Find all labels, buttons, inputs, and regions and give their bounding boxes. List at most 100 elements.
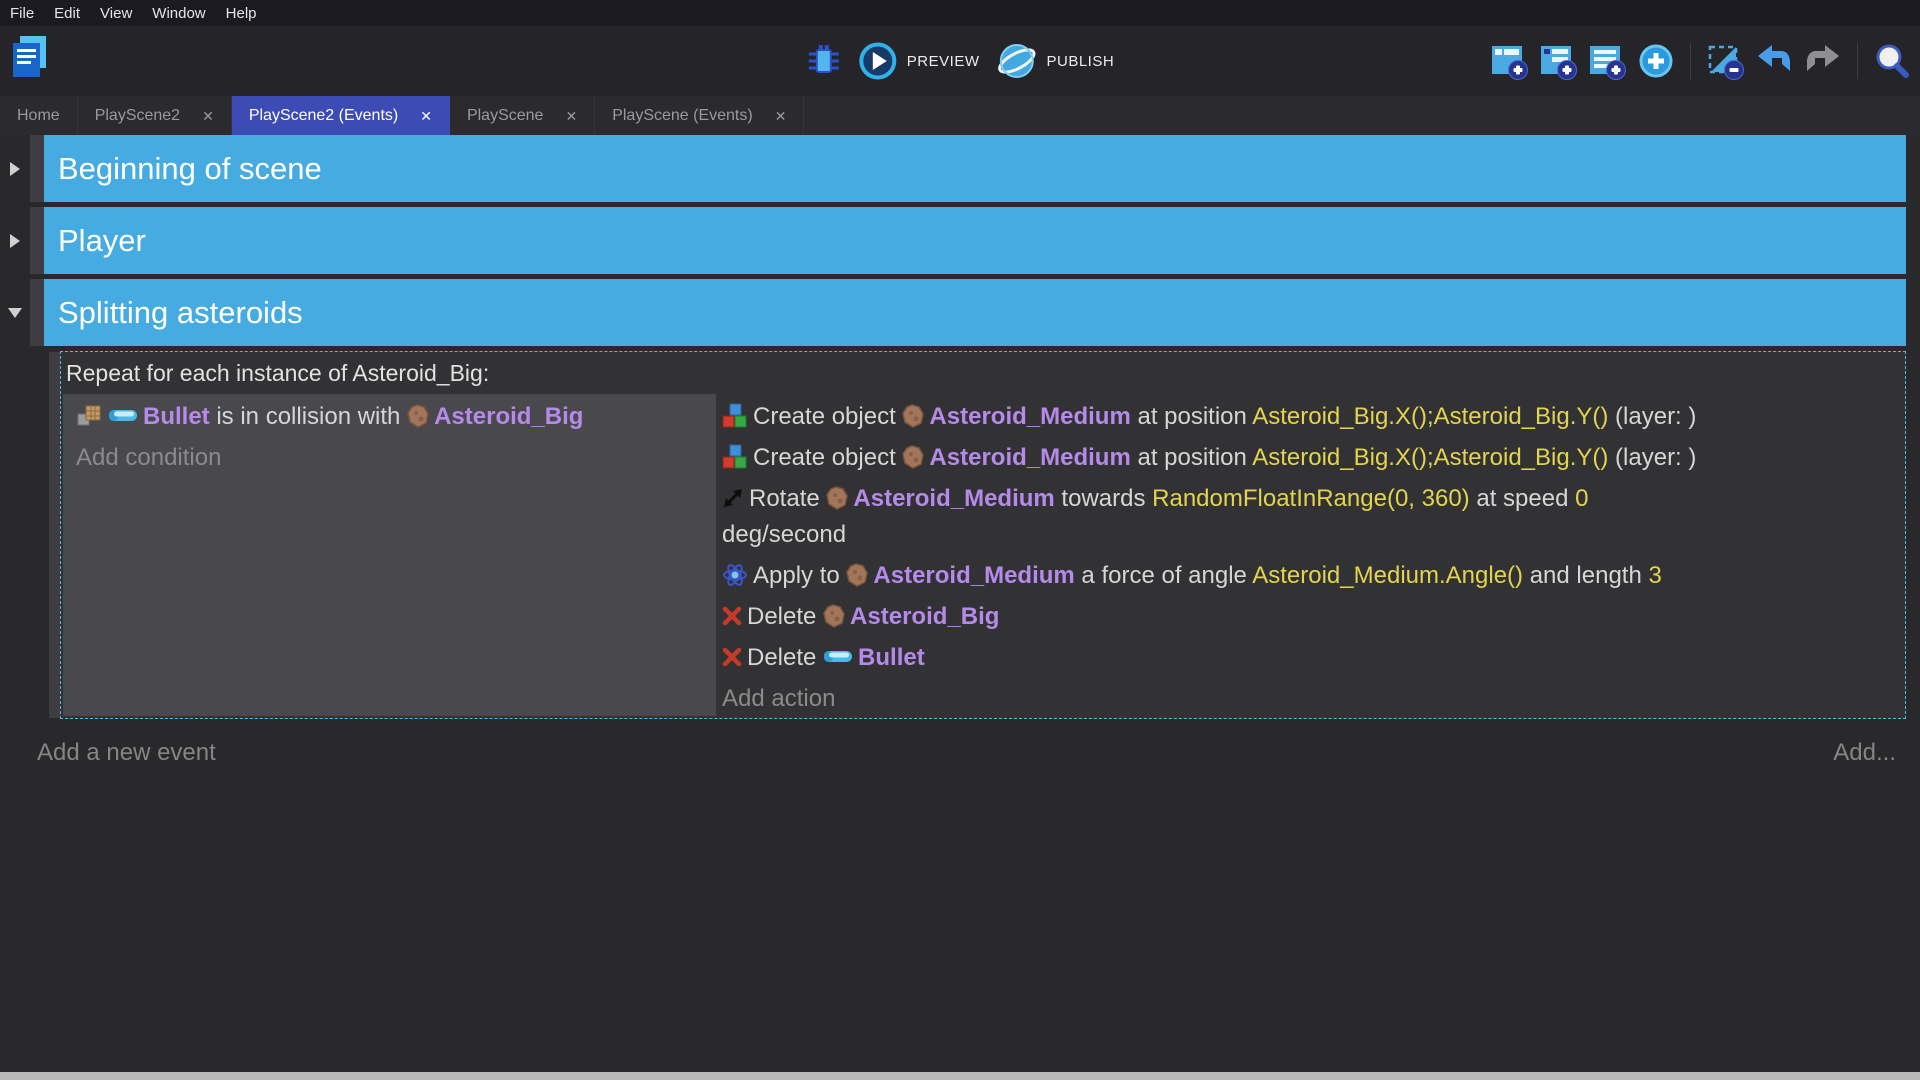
add-more-link[interactable]: Add... [1833,739,1896,767]
action-row[interactable]: Rotate Asteroid_Medium towards RandomFlo… [722,481,1897,553]
event-group-splitting-asteroids[interactable]: Splitting asteroids [0,279,1920,346]
add-action-button[interactable]: Add action [722,681,1897,716]
rotate-icon [722,487,744,509]
asteroid-icon [407,404,429,428]
asteroid-icon [823,604,845,628]
close-tab-icon[interactable]: ✕ [420,109,432,123]
collision-icon [76,404,103,428]
preview-icon [858,41,898,81]
menu-item-window[interactable]: Window [142,0,215,26]
publish-label: PUBLISH [1046,53,1114,70]
text-segment: Asteroid_Big [850,603,999,630]
choose-event-icon[interactable] [1636,41,1676,81]
debugger-icon[interactable] [806,41,842,81]
tab-playscene[interactable]: PlayScene ✕ [450,96,595,135]
preview-label: PREVIEW [907,53,980,70]
tab-label: PlayScene2 (Events) [249,107,398,125]
text-segment: Asteroid_Medium [873,562,1074,589]
remove-selection-icon[interactable] [1705,41,1745,81]
group-title-bar[interactable]: Player [44,207,1906,274]
undo-icon[interactable] [1754,41,1794,81]
action-row[interactable]: Create object Asteroid_Medium at positio… [722,399,1897,435]
collapse-arrow-icon[interactable] [8,308,22,318]
add-new-event-icon[interactable] [1489,41,1529,81]
close-tab-icon[interactable]: ✕ [202,109,214,123]
tab-playscene-events[interactable]: PlayScene (Events)✕ [595,96,804,135]
asteroid-icon [902,445,924,469]
action-row[interactable]: Create object Asteroid_Medium at positio… [722,440,1897,476]
asteroid-icon [902,404,924,428]
text-segment: Apply to [753,562,846,589]
tab-label: PlayScene [467,107,544,125]
close-tab-icon[interactable]: ✕ [775,109,787,123]
force-icon [722,562,748,588]
action-row[interactable]: Delete Asteroid_Big [722,599,1897,635]
text-segment: Asteroid_Medium [929,444,1130,471]
add-new-event-link[interactable]: Add a new event [37,739,216,767]
menu-item-file[interactable]: File [0,0,44,26]
repeat-event[interactable]: Repeat for each instance of Asteroid_Big… [60,351,1906,719]
repeat-header[interactable]: Repeat for each instance of Asteroid_Big… [61,352,1905,387]
text-segment: and length [1523,562,1648,589]
add-comment-icon[interactable] [1587,41,1627,81]
group-arrow-cell [0,279,30,346]
preview-button[interactable]: PREVIEW [858,41,980,81]
create-icon [722,403,748,429]
text-segment: deg/second [722,521,846,548]
text-segment: a force of angle [1075,562,1252,589]
tab-label: PlayScene2 [95,107,180,125]
menu-item-help[interactable]: Help [216,0,267,26]
redo-icon[interactable] [1803,41,1843,81]
toolbar-right [1489,26,1912,96]
publish-button[interactable]: PUBLISH [995,41,1114,81]
group-title-bar[interactable]: Beginning of scene [44,135,1906,202]
add-condition-button[interactable]: Add condition [76,440,716,476]
text-segment: is in collision with [210,403,407,430]
group-drag-gutter [30,279,44,346]
close-tab-icon[interactable]: ✕ [565,109,577,123]
group-title-bar[interactable]: Splitting asteroids [44,279,1906,346]
delete-icon [722,606,742,626]
text-segment: Rotate [749,485,826,512]
asteroid-icon [826,486,848,510]
group-arrow-cell [0,135,30,202]
menu-bar: FileEditViewWindowHelp [0,0,1920,26]
group-title: Player [58,223,146,259]
action-row[interactable]: Delete Bullet [722,640,1897,676]
search-icon[interactable] [1872,41,1912,81]
expand-arrow-icon[interactable] [10,234,20,248]
condition-row[interactable]: Bullet is in collision with Asteroid_Big [76,399,716,435]
action-row[interactable]: Apply to Asteroid_Medium a force of angl… [722,558,1897,594]
event-columns: Bullet is in collision with Asteroid_Big… [63,394,1903,716]
tab-bar: HomePlayScene2✕PlayScene2 (Events)✕PlayS… [0,96,1920,135]
sheet-footer: Add a new event Add... [37,739,1896,767]
menu-item-edit[interactable]: Edit [44,0,90,26]
add-subevent-icon[interactable] [1538,41,1578,81]
expand-arrow-icon[interactable] [10,162,20,176]
toolbar-separator [1690,43,1691,79]
event-group-beginning-of-scene[interactable]: Beginning of scene [0,135,1920,202]
group-drag-gutter [30,207,44,274]
text-segment: at position [1131,403,1252,430]
tab-home[interactable]: Home [0,96,78,135]
asteroid-icon [846,563,868,587]
tab-playscene2-events[interactable]: PlayScene2 (Events) ✕ [232,96,450,135]
text-segment: Bullet [143,403,210,430]
toolbar-separator [1857,43,1858,79]
text-segment: Asteroid_Big [434,403,583,430]
menu-item-view[interactable]: View [90,0,142,26]
text-segment: towards [1055,485,1152,512]
group-title: Beginning of scene [58,151,322,187]
text-segment: Delete [747,603,823,630]
project-manager-icon[interactable] [10,34,50,80]
text-segment: (layer: ) [1608,444,1696,471]
create-icon [722,444,748,470]
horizontal-scrollbar[interactable] [0,1072,1920,1080]
text-segment: Asteroid_Medium [853,485,1054,512]
actions-column: Create object Asteroid_Medium at positio… [719,394,1903,716]
bullet-icon [823,649,853,664]
tab-playscene2[interactable]: PlayScene2 ✕ [78,96,232,135]
text-segment: (layer: ) [1608,403,1696,430]
event-group-player[interactable]: Player [0,207,1920,274]
group-drag-gutter [30,135,44,202]
